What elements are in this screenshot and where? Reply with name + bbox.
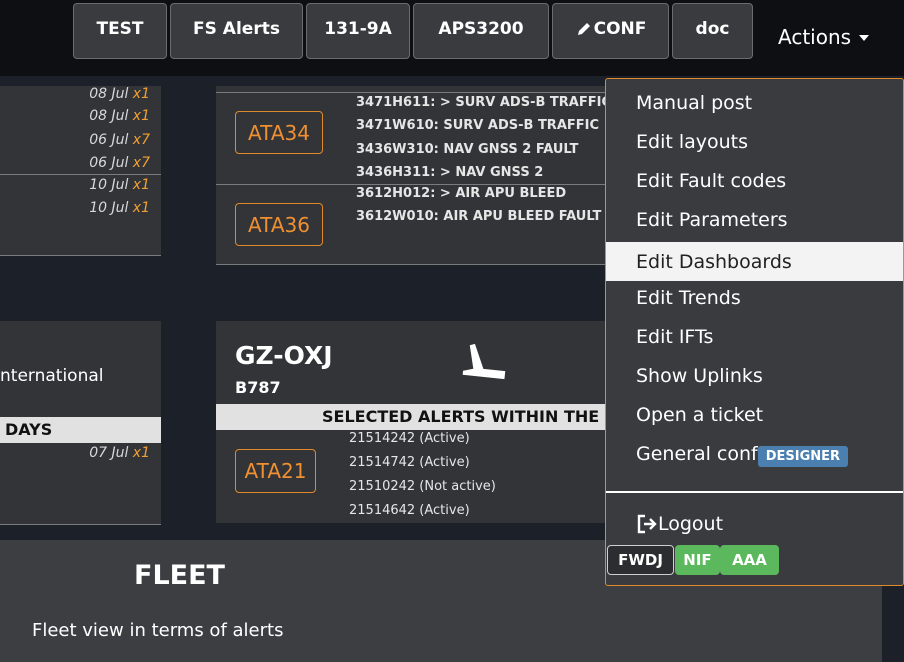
alert-line: 21514742 (Active): [349, 455, 470, 470]
user-tag: FWDJ: [607, 545, 674, 575]
user-tag: AAA: [720, 545, 779, 575]
nav-button-test[interactable]: TEST: [73, 3, 167, 59]
actions-label: Actions: [778, 25, 852, 49]
dashboard-card-top-right: ATA34 3471H611: > SURV ADS-B TRAFFIC 347…: [216, 86, 616, 265]
menu-item-edit-trends[interactable]: Edit Trends: [606, 278, 903, 317]
menu-divider: [606, 491, 903, 493]
alert-date: 08 Jul x1: [89, 86, 150, 102]
alert-line: 21514642 (Active): [349, 503, 470, 518]
caret-down-icon: [859, 35, 870, 41]
divider: [0, 174, 161, 175]
menu-item-edit-parameters[interactable]: Edit Parameters: [606, 200, 903, 239]
alert-date: 08 Jul x1: [89, 108, 150, 124]
actions-dropdown-toggle[interactable]: Actions: [778, 24, 870, 50]
nav-button-fs-alerts[interactable]: FS Alerts: [170, 3, 303, 59]
actions-dropdown-menu: Manual post Edit layouts Edit Fault code…: [605, 78, 904, 586]
pencil-icon: [577, 23, 590, 35]
nav-button-aps3200[interactable]: APS3200: [413, 3, 549, 59]
menu-item-edit-layouts[interactable]: Edit layouts: [606, 122, 903, 161]
fleet-title: FLEET: [134, 560, 225, 591]
nav-button-conf[interactable]: CONF: [552, 3, 669, 59]
fault-line: 3436W310: NAV GNSS 2 FAULT: [356, 142, 579, 157]
ata-code-badge[interactable]: ATA36: [235, 203, 323, 246]
alert-line: 21510242 (Not active): [349, 479, 496, 494]
aircraft-model: B787: [235, 378, 281, 397]
selected-alerts-strip: SELECTED ALERTS WITHIN THE: [216, 404, 616, 430]
divider: [0, 255, 161, 256]
nav-button-doc[interactable]: doc: [672, 3, 753, 59]
menu-item-edit-ifts[interactable]: Edit IFTs: [606, 317, 903, 356]
fleet-subtitle: Fleet view in terms of alerts: [32, 620, 284, 641]
dashboard-card-bottom-left: nternational DAYS 07 Jul x1: [0, 321, 161, 525]
divider: [216, 264, 616, 265]
alert-date: 10 Jul x1: [89, 200, 150, 216]
menu-item-general-conf[interactable]: General conf DESIGNER: [606, 434, 903, 473]
general-conf-label: General conf: [636, 442, 758, 465]
airplane-icon: [462, 343, 506, 380]
divider: [0, 524, 161, 525]
ata-code-badge[interactable]: ATA34: [235, 111, 323, 154]
alert-date: 10 Jul x1: [89, 177, 150, 193]
menu-item-show-uplinks[interactable]: Show Uplinks: [606, 356, 903, 395]
divider: [216, 184, 616, 185]
alert-line: 21514242 (Active): [349, 431, 470, 446]
nav-button-131-9a[interactable]: 131-9A: [306, 3, 410, 59]
fault-line: 3471H611: > SURV ADS-B TRAFFIC: [356, 95, 611, 110]
menu-item-edit-dashboards[interactable]: Edit Dashboards: [606, 242, 903, 281]
ata-code-badge[interactable]: ATA21: [235, 449, 316, 493]
alert-date: 06 Jul x7: [89, 155, 150, 171]
menu-item-logout[interactable]: Logout: [606, 504, 903, 543]
user-tag: NIF: [675, 545, 720, 575]
top-navbar: TEST FS Alerts 131-9A APS3200 CONF doc A…: [0, 0, 904, 76]
fault-line: 3436H311: > NAV GNSS 2: [356, 165, 544, 180]
menu-item-open-ticket[interactable]: Open a ticket: [606, 395, 903, 434]
dashboard-card-top-left: 08 Jul x1 08 Jul x1 06 Jul x7 06 Jul x7 …: [0, 86, 161, 256]
fault-line: 3612W010: AIR APU BLEED FAULT: [356, 209, 602, 224]
logout-icon: [637, 514, 657, 533]
alert-date: 07 Jul x1: [89, 445, 150, 461]
divider: [216, 92, 616, 93]
airport-label: nternational: [0, 366, 104, 386]
menu-item-edit-fault-codes[interactable]: Edit Fault codes: [606, 161, 903, 200]
selected-alerts-strip: DAYS: [0, 417, 161, 443]
designer-badge: DESIGNER: [757, 446, 849, 467]
fault-line: 3471W610: SURV ADS-B TRAFFIC: [356, 118, 600, 133]
alert-date: 06 Jul x7: [89, 132, 150, 148]
fault-line: 3612H012: > AIR APU BLEED: [356, 186, 567, 201]
aircraft-tail-number: GZ-OXJ: [235, 341, 333, 370]
aircraft-card[interactable]: GZ-OXJ B787 SELECTED ALERTS WITHIN THE A…: [216, 321, 616, 523]
nav-button-conf-label: CONF: [593, 19, 647, 39]
menu-item-manual-post[interactable]: Manual post: [606, 83, 903, 122]
logout-label: Logout: [658, 512, 724, 535]
